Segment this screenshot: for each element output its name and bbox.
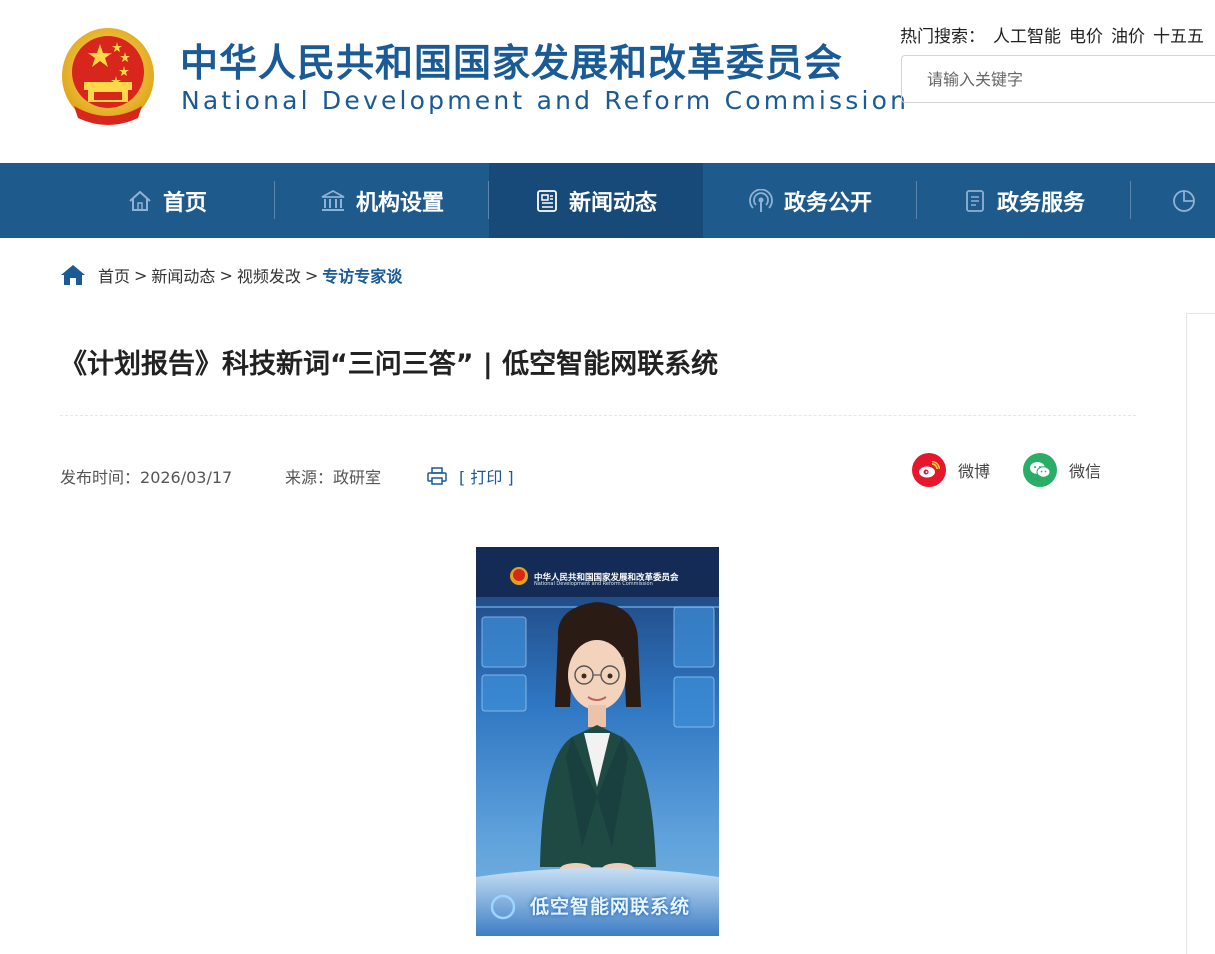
nav-label: 政务公开: [783, 190, 872, 216]
print-label: [ 打印 ]: [459, 468, 514, 487]
title-divider: [60, 415, 1136, 416]
breadcrumb-current[interactable]: 专访专家谈: [322, 263, 402, 287]
nav-item-gov-services[interactable]: 政务服务: [917, 163, 1131, 238]
video-banner-en: National Development and Reform Commissi…: [534, 581, 653, 587]
national-emblem-logo[interactable]: [60, 26, 156, 130]
broadcast-icon: [749, 188, 773, 212]
nav-item-gov-affairs[interactable]: 政务公开: [703, 163, 917, 238]
source-label: 来源：: [285, 468, 334, 487]
hot-search-bar: 热门搜索： 人工智能 电价 油价 十五五: [900, 22, 1204, 47]
search-input[interactable]: [902, 56, 1215, 102]
nav-label: 机构设置: [355, 190, 444, 216]
article-title: 《计划报告》科技新词“三问三答” | 低空智能网联系统: [60, 349, 719, 380]
nav-label: 新闻动态: [568, 190, 657, 216]
weibo-icon: [912, 453, 946, 487]
breadcrumb-separator: >: [219, 265, 233, 285]
hot-keyword[interactable]: 油价: [1111, 27, 1145, 47]
nav-item-news[interactable]: 新闻动态: [489, 163, 703, 238]
wechat-icon: [1023, 453, 1057, 487]
video-player[interactable]: 中华人民共和国国家发展和改革委员会 National Development a…: [476, 547, 719, 936]
breadcrumb: 首页 > 新闻动态 > 视频发改 > 专访专家谈: [60, 263, 402, 287]
home-icon[interactable]: [60, 263, 86, 287]
hot-keyword[interactable]: 十五五: [1153, 27, 1204, 47]
hot-keyword[interactable]: 电价: [1069, 27, 1103, 47]
source-value: 政研室: [333, 468, 382, 487]
institution-icon: [321, 189, 345, 211]
right-sidebar: [1186, 313, 1215, 954]
main-nav: 首页 机构设置 新闻动态 政务公开 政务服务: [0, 163, 1215, 238]
video-caption: 低空智能网联系统: [530, 896, 691, 918]
publish-info: 发布时间：2026/03/17: [60, 464, 232, 488]
breadcrumb-separator: >: [134, 265, 148, 285]
breadcrumb-separator: >: [304, 265, 319, 285]
breadcrumb-news[interactable]: 新闻动态: [151, 263, 215, 287]
nav-label: 首页: [162, 190, 207, 216]
publish-date: 2026/03/17: [140, 468, 233, 487]
search-box: [901, 55, 1215, 103]
hot-keyword[interactable]: 人工智能: [993, 27, 1061, 47]
wechat-label: 微信: [1069, 462, 1102, 481]
nav-label: 政务服务: [996, 190, 1085, 216]
document-icon: [966, 189, 984, 212]
share-wechat[interactable]: 微信: [1023, 453, 1101, 487]
hot-search-label: 热门搜索：: [900, 27, 985, 47]
weibo-label: 微博: [958, 462, 991, 481]
site-name-cn: 中华人民共和国国家发展和改革委员会: [180, 41, 844, 85]
home-icon: [129, 190, 151, 211]
breadcrumb-video[interactable]: 视频发改: [237, 263, 301, 287]
printer-icon: [427, 467, 447, 485]
site-name-en: National Development and Reform Commissi…: [181, 86, 910, 115]
news-icon: [537, 189, 557, 212]
share-weibo[interactable]: 微博: [912, 453, 990, 487]
publish-label: 发布时间：: [60, 468, 141, 487]
nav-item-home[interactable]: 首页: [60, 163, 274, 238]
nav-item-institutions[interactable]: 机构设置: [275, 163, 489, 238]
print-button[interactable]: [ 打印 ]: [427, 464, 514, 488]
breadcrumb-home[interactable]: 首页: [98, 263, 130, 287]
pie-chart-icon: [1173, 189, 1195, 212]
video-thumbnail: [476, 547, 719, 936]
source-info: 来源：政研室: [285, 464, 381, 488]
nav-item-data[interactable]: [1131, 163, 1215, 238]
